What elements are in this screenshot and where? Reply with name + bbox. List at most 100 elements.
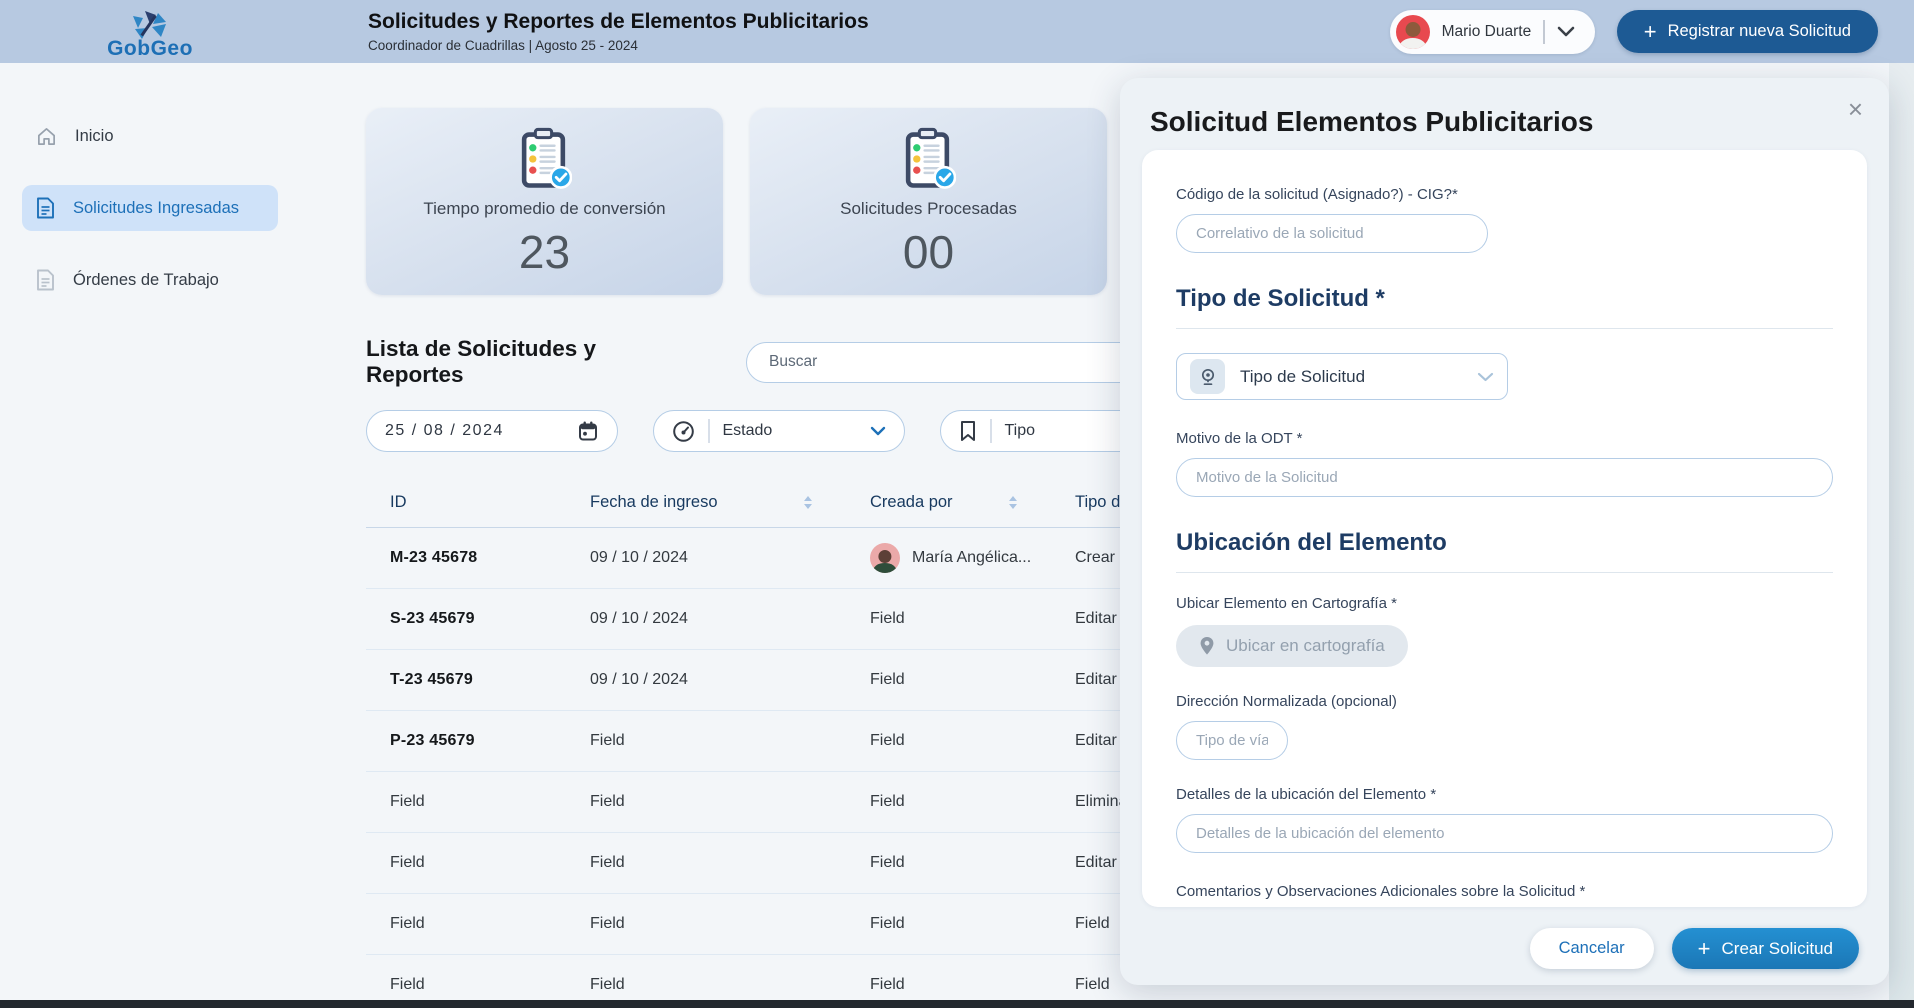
clipboard-check-icon [901,127,956,191]
cell-creada-por: Field [846,976,1051,994]
page-title: Solicitudes y Reportes de Elementos Publ… [368,10,869,34]
stat-value: 23 [519,227,570,277]
home-icon [36,126,57,147]
cell-fecha: 09 / 10 / 2024 [566,549,846,567]
cell-id: P-23 45679 [366,732,566,750]
cell-fecha: Field [566,732,846,750]
stat-value: 00 [903,227,954,277]
column-header-creada[interactable]: Creada por [846,493,1051,512]
stat-label: Tiempo promedio de conversión [423,199,665,219]
cell-fecha: Field [566,793,846,811]
page-subtitle: Coordinador de Cuadrillas | Agosto 25 - … [368,38,869,53]
cell-id: S-23 45679 [366,610,566,628]
stat-card-solicitudes-procesadas: Solicitudes Procesadas 00 [750,108,1107,295]
sidebar-item-ordenes-de-trabajo[interactable]: Órdenes de Trabajo [22,257,278,303]
codigo-input[interactable] [1176,214,1488,253]
tipo-label: Tipo [1005,422,1036,440]
creada-por-name: Field [870,671,905,689]
sidebar-item-solicitudes-ingresadas[interactable]: Solicitudes Ingresadas [22,185,278,231]
cell-id: Field [366,793,566,811]
motivo-label: Motivo de la ODT * [1176,430,1833,447]
tipo-solicitud-dropdown[interactable]: Tipo de Solicitud [1176,353,1508,400]
plus-icon: + [1698,939,1711,959]
chevron-down-icon [870,426,886,436]
location-pin-outline-icon [1190,359,1225,394]
comentarios-label: Comentarios y Observaciones Adicionales … [1176,883,1833,900]
stat-card-tiempo-conversion: Tiempo promedio de conversión 23 [366,108,723,295]
drawer-title: Solicitud Elementos Publicitarios [1150,106,1593,138]
create-solicitud-button[interactable]: + Crear Solicitud [1672,928,1859,969]
cell-id: Field [366,915,566,933]
user-avatar [1396,15,1430,49]
tipo-solicitud-heading: Tipo de Solicitud * [1176,285,1833,329]
ubicacion-heading: Ubicación del Elemento [1176,529,1833,573]
cell-creada-por: Field [846,915,1051,933]
cell-creada-por: Field [846,854,1051,872]
cartografia-label: Ubicar Elemento en Cartografía * [1176,595,1833,612]
divider [990,419,992,443]
logo[interactable]: GobGeo [0,8,300,56]
motivo-input[interactable] [1176,458,1833,497]
app-root: GobGeo Solicitudes y Reportes de Element… [0,0,1914,1008]
creada-por-name: Field [870,976,905,994]
sort-icon[interactable] [1009,496,1017,509]
ubicar-cartografia-label: Ubicar en cartografía [1226,636,1385,656]
cell-id: M-23 45678 [366,549,566,567]
chevron-down-icon [1477,372,1494,382]
solicitud-drawer: Solicitud Elementos Publicitarios × Códi… [1120,78,1889,985]
background-strip [1889,63,1914,1000]
cancel-button[interactable]: Cancelar [1530,928,1654,969]
date-filter[interactable]: 25 / 08 / 2024 [366,410,618,452]
column-header-fecha[interactable]: Fecha de ingreso [566,493,846,512]
direccion-input[interactable] [1176,721,1288,760]
drawer-footer: Cancelar + Crear Solicitud [1530,928,1859,969]
cell-id: Field [366,854,566,872]
register-button-label: Registrar nueva Solicitud [1668,22,1851,41]
user-name: Mario Duarte [1442,23,1532,41]
app-header: GobGeo Solicitudes y Reportes de Element… [0,0,1914,63]
creada-por-name: Field [870,915,905,933]
cell-fecha: 09 / 10 / 2024 [566,671,846,689]
sidebar-item-label: Órdenes de Trabajo [73,271,219,290]
codigo-label: Código de la solicitud (Asignado?) - CIG… [1176,186,1833,203]
date-value: 25 / 08 / 2024 [385,422,504,440]
column-header-id[interactable]: ID [366,493,566,512]
estado-filter[interactable]: Estado [653,410,905,452]
bottom-bar [0,1000,1914,1008]
cell-fecha: Field [566,976,846,994]
sidebar-item-label: Inicio [75,127,114,146]
cell-creada-por: Field [846,732,1051,750]
list-title: Lista de Solicitudes y Reportes [366,336,671,388]
plus-icon: + [1644,22,1657,42]
sidebar-item-inicio[interactable]: Inicio [22,113,278,159]
document-icon [36,197,55,219]
cell-fecha: Field [566,915,846,933]
create-button-label: Crear Solicitud [1722,939,1834,959]
creada-por-name: Field [870,610,905,628]
cell-id: T-23 45679 [366,671,566,689]
location-pin-icon [1199,636,1215,656]
cell-fecha: 09 / 10 / 2024 [566,610,846,628]
sort-icon[interactable] [804,496,812,509]
row-avatar [870,543,900,573]
sidebar: Inicio Solicitudes Ingresadas Órdenes de… [0,63,300,1000]
cell-creada-por: María Angélica... [846,543,1051,573]
cell-creada-por: Field [846,793,1051,811]
divider [1543,20,1545,44]
user-menu[interactable]: Mario Duarte [1390,10,1595,54]
detalles-input[interactable] [1176,814,1833,853]
solicitud-form: Código de la solicitud (Asignado?) - CIG… [1142,150,1867,907]
bookmark-icon [959,420,977,442]
sidebar-item-label: Solicitudes Ingresadas [73,199,239,218]
calendar-icon [577,420,599,442]
cell-creada-por: Field [846,671,1051,689]
creada-por-name: Field [870,793,905,811]
dropdown-selected-value: Tipo de Solicitud [1240,367,1365,387]
register-solicitud-button[interactable]: + Registrar nueva Solicitud [1617,10,1878,53]
creada-por-name: Field [870,854,905,872]
estado-label: Estado [723,422,773,440]
ubicar-cartografia-button[interactable]: Ubicar en cartografía [1176,625,1408,667]
close-icon[interactable]: × [1848,96,1863,122]
divider [708,419,710,443]
logo-text: GobGeo [107,42,193,56]
